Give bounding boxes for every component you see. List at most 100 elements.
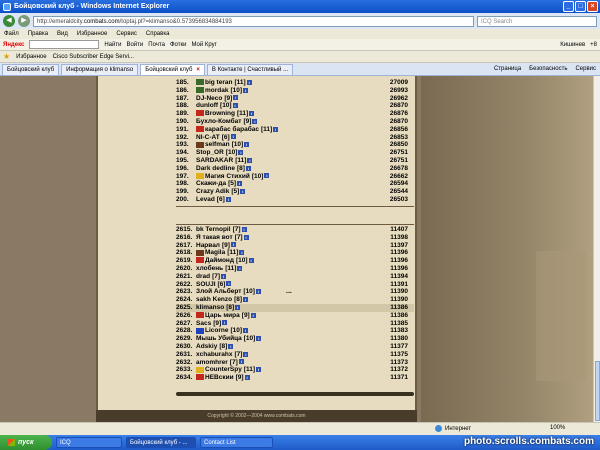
player-name[interactable]: Sacs xyxy=(196,320,211,327)
player-info-icon[interactable]: i xyxy=(235,304,241,310)
player-info-icon[interactable]: i xyxy=(239,250,245,256)
favorites-star-icon[interactable]: ★ xyxy=(3,52,10,61)
close-button[interactable]: × xyxy=(587,1,598,12)
back-button[interactable]: ◀ xyxy=(3,15,15,27)
maximize-button[interactable]: □ xyxy=(575,1,586,12)
player-name[interactable]: drad xyxy=(196,273,210,280)
weather-city[interactable]: Кишинев xyxy=(560,42,585,48)
clan-icon[interactable] xyxy=(196,366,204,373)
player-info-icon[interactable]: i xyxy=(244,374,250,380)
player-name[interactable]: Crazy Adik xyxy=(196,188,229,195)
player-name[interactable]: Злой Альберт xyxy=(196,288,241,295)
task-icq[interactable]: ICQ xyxy=(56,437,122,448)
menu-view[interactable]: Вид xyxy=(57,31,68,37)
player-info-icon[interactable]: i xyxy=(228,343,234,349)
player-info-icon[interactable]: i xyxy=(226,281,232,287)
menu-tools[interactable]: Сервис xyxy=(116,31,137,37)
player-name[interactable]: dunloff xyxy=(196,102,218,109)
player-name[interactable]: Licorne xyxy=(205,327,228,334)
clan-icon[interactable] xyxy=(196,257,204,264)
player-name[interactable]: SOUJI xyxy=(196,281,216,288)
player-name[interactable]: Dark dedline xyxy=(196,165,235,172)
clan-icon[interactable] xyxy=(196,249,204,256)
player-info-icon[interactable]: i xyxy=(243,328,249,334)
clan-icon[interactable] xyxy=(196,79,204,86)
start-button[interactable]: пуск xyxy=(0,435,52,450)
player-info-icon[interactable]: i xyxy=(243,234,249,240)
player-name[interactable]: SARDAKAR xyxy=(196,157,233,164)
player-name[interactable]: big teran xyxy=(205,79,232,86)
clan-icon[interactable] xyxy=(196,312,204,319)
player-info-icon[interactable]: i xyxy=(243,296,249,302)
tab-combats-1[interactable]: Бойцовский клуб xyxy=(2,64,60,75)
yandex-find-button[interactable]: Найти xyxy=(104,42,121,48)
player-info-icon[interactable]: i xyxy=(264,173,270,179)
player-name[interactable]: mordak xyxy=(205,87,228,94)
player-info-icon[interactable]: i xyxy=(273,126,279,132)
player-name[interactable]: xchaburahx xyxy=(196,351,233,358)
player-info-icon[interactable]: i xyxy=(246,79,252,85)
player-info-icon[interactable]: i xyxy=(250,312,256,318)
player-info-icon[interactable]: i xyxy=(237,265,243,271)
clan-icon[interactable] xyxy=(196,87,204,94)
player-name[interactable]: Adskiy xyxy=(196,343,217,350)
player-name[interactable]: НЕВскии xyxy=(205,374,234,381)
menu-edit[interactable]: Правка xyxy=(28,31,48,37)
menu-file[interactable]: Файл xyxy=(4,31,19,37)
player-info-icon[interactable]: i xyxy=(230,242,236,248)
menu-help[interactable]: Справка xyxy=(146,31,170,37)
player-name[interactable]: Я такая вот xyxy=(196,234,233,241)
minimize-button[interactable]: _ xyxy=(563,1,574,12)
player-name[interactable]: Мышь Убийца xyxy=(196,335,242,342)
clan-icon[interactable] xyxy=(196,327,204,334)
tab-info-klimanso[interactable]: Информация о klimanso xyxy=(61,64,139,75)
player-name[interactable]: Levad xyxy=(196,196,215,203)
player-info-icon[interactable]: i xyxy=(237,181,243,187)
player-name[interactable]: хлобень xyxy=(196,265,223,272)
player-name[interactable]: DJ-Neco xyxy=(196,95,222,102)
player-info-icon[interactable]: i xyxy=(241,226,247,232)
player-name[interactable]: bk Ternopil xyxy=(196,226,231,233)
tab-vkontakte[interactable]: В Контакте | Счастливый ... xyxy=(206,64,294,75)
search-input[interactable]: ICQ Search xyxy=(477,15,597,27)
player-info-icon[interactable]: i xyxy=(221,273,227,279)
player-info-icon[interactable]: i xyxy=(248,257,254,263)
player-name[interactable]: карабас барабас xyxy=(205,126,259,133)
yandex-photos-button[interactable]: Фотки xyxy=(170,42,187,48)
player-info-icon[interactable]: i xyxy=(238,149,244,155)
player-name[interactable]: sakh Kenzo xyxy=(196,296,232,303)
yandex-search-input[interactable] xyxy=(29,40,100,49)
player-name[interactable]: Даймонд xyxy=(205,257,234,264)
player-name[interactable]: Stop_OR xyxy=(196,149,224,156)
clan-icon[interactable] xyxy=(196,374,204,381)
player-info-icon[interactable]: i xyxy=(240,188,246,194)
player-info-icon[interactable]: i xyxy=(255,289,261,295)
clan-icon[interactable] xyxy=(196,172,204,179)
url-input[interactable]: http://emeraldcity.combats.com/toptaj.pl… xyxy=(33,15,474,27)
player-info-icon[interactable]: i xyxy=(256,367,262,373)
yandex-mail-button[interactable]: Почта xyxy=(148,42,165,48)
player-info-icon[interactable]: i xyxy=(238,359,244,365)
player-name[interactable]: NI-C-AT xyxy=(196,134,220,141)
player-name[interactable]: Browning xyxy=(205,110,235,117)
player-info-icon[interactable]: i xyxy=(247,157,253,163)
player-info-icon[interactable]: i xyxy=(245,165,251,171)
player-name[interactable]: Magila xyxy=(205,249,225,256)
menu-favorites[interactable]: Избранное xyxy=(77,31,107,37)
vertical-scrollbar[interactable] xyxy=(593,76,600,422)
player-info-icon[interactable]: i xyxy=(222,320,228,326)
safety-menu[interactable]: Безопасность xyxy=(529,66,567,72)
player-info-icon[interactable]: i xyxy=(233,95,239,101)
yandex-login-button[interactable]: Войти xyxy=(126,42,143,48)
player-info-icon[interactable]: i xyxy=(243,87,249,93)
task-combats[interactable]: Бойцовский клуб - ... xyxy=(126,437,196,448)
player-info-icon[interactable]: i xyxy=(256,335,262,341)
player-info-icon[interactable]: i xyxy=(244,142,250,148)
clan-icon[interactable] xyxy=(196,126,204,133)
player-name[interactable]: selfman xyxy=(205,141,230,148)
player-name[interactable]: Нарвал xyxy=(196,242,220,249)
task-contact-list[interactable]: Contact List xyxy=(200,437,273,448)
player-name[interactable]: klimanso xyxy=(196,304,224,311)
tab-close-icon[interactable]: × xyxy=(196,67,200,73)
player-info-icon[interactable]: i xyxy=(252,118,258,124)
